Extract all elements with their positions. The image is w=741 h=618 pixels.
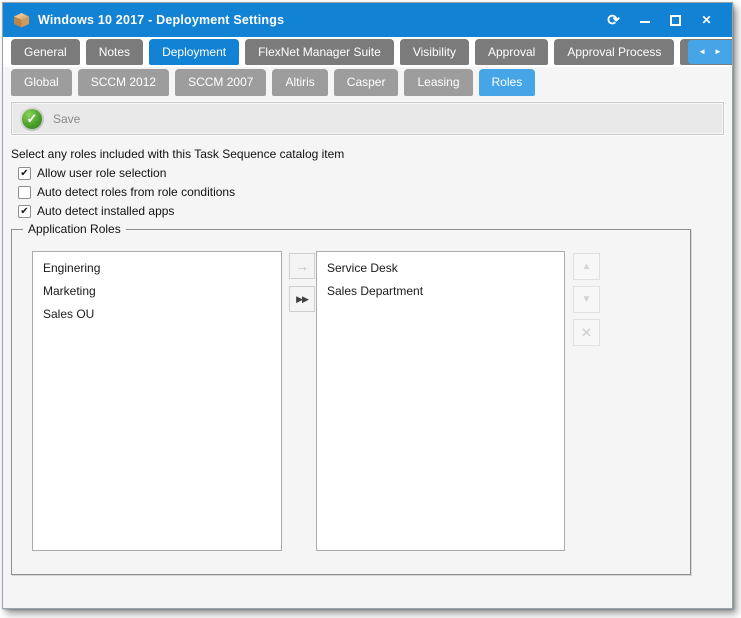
- save-button[interactable]: ✓ Save: [20, 107, 80, 131]
- tab-altiris[interactable]: Altiris: [272, 69, 327, 96]
- double-arrow-right-icon: ▶▶: [296, 294, 308, 305]
- title-bar: Windows 10 2017 - Deployment Settings ⟳ …: [3, 3, 732, 37]
- assigned-roles-list[interactable]: Service Desk Sales Department: [316, 251, 565, 551]
- checkbox-icon[interactable]: [18, 186, 31, 199]
- tab-approval-process[interactable]: Approval Process: [554, 39, 674, 65]
- save-check-icon: ✓: [20, 107, 44, 131]
- minimize-icon: [640, 21, 650, 23]
- tab-casper[interactable]: Casper: [334, 69, 399, 96]
- tab-sccm-2007[interactable]: SCCM 2007: [175, 69, 266, 96]
- move-all-right-button[interactable]: ▶▶: [289, 286, 315, 312]
- close-button[interactable]: ✕: [691, 6, 722, 34]
- application-roles-group: Application Roles Enginering Marketing S…: [11, 229, 691, 575]
- tab-sccm-2012[interactable]: SCCM 2012: [78, 69, 169, 96]
- tab-general[interactable]: General: [11, 39, 80, 65]
- arrow-down-icon: ▼: [582, 294, 592, 305]
- group-title: Application Roles: [23, 222, 126, 236]
- scroll-right-icon[interactable]: ►: [714, 48, 722, 56]
- checkbox-label: Auto detect installed apps: [37, 204, 174, 218]
- list-item[interactable]: Marketing: [33, 280, 281, 303]
- roles-instruction-text: Select any roles included with this Task…: [11, 147, 732, 161]
- tab-roles[interactable]: Roles: [479, 69, 536, 96]
- list-item[interactable]: Service Desk: [317, 257, 564, 280]
- tab-scroll-buttons: ◄ ►: [688, 40, 732, 64]
- screen: Windows 10 2017 - Deployment Settings ⟳ …: [0, 0, 741, 618]
- tab-notes[interactable]: Notes: [86, 39, 143, 65]
- secondary-tab-bar: Global SCCM 2012 SCCM 2007 Altiris Caspe…: [3, 67, 732, 98]
- checkbox-icon[interactable]: ✔: [18, 205, 31, 218]
- maximize-icon: [670, 15, 681, 26]
- remove-x-icon: ✕: [581, 325, 592, 341]
- tab-approval[interactable]: Approval: [475, 39, 548, 65]
- deployment-settings-dialog: Windows 10 2017 - Deployment Settings ⟳ …: [2, 2, 733, 609]
- tab-visibility[interactable]: Visibility: [400, 39, 469, 65]
- minimize-button[interactable]: [629, 6, 660, 34]
- arrow-right-icon: →: [295, 258, 309, 274]
- arrow-up-icon: ▲: [582, 261, 592, 272]
- tab-global[interactable]: Global: [11, 69, 72, 96]
- list-item[interactable]: Sales Department: [317, 280, 564, 303]
- tab-flexnet-manager-suite[interactable]: FlexNet Manager Suite: [245, 39, 394, 65]
- move-down-button[interactable]: ▼: [573, 286, 600, 313]
- scroll-left-icon[interactable]: ◄: [698, 48, 706, 56]
- move-up-button[interactable]: ▲: [573, 253, 600, 280]
- available-roles-list[interactable]: Enginering Marketing Sales OU: [32, 251, 282, 551]
- save-button-label: Save: [53, 112, 80, 126]
- tab-leasing[interactable]: Leasing: [404, 69, 472, 96]
- save-toolbar: ✓ Save: [11, 102, 724, 135]
- package-icon: [13, 12, 30, 28]
- window-title: Windows 10 2017 - Deployment Settings: [38, 13, 284, 27]
- move-right-button[interactable]: →: [289, 253, 315, 279]
- checkbox-allow-user-role-selection[interactable]: ✔ Allow user role selection: [18, 166, 732, 180]
- checkbox-label: Allow user role selection: [37, 166, 166, 180]
- list-item[interactable]: Sales OU: [33, 303, 281, 326]
- remove-button[interactable]: ✕: [573, 319, 600, 346]
- checkbox-icon[interactable]: ✔: [18, 167, 31, 180]
- checkbox-label: Auto detect roles from role conditions: [37, 185, 235, 199]
- refresh-button[interactable]: ⟳: [598, 6, 629, 34]
- primary-tab-bar: General Notes Deployment FlexNet Manager…: [3, 37, 732, 67]
- checkbox-auto-detect-installed-apps[interactable]: ✔ Auto detect installed apps: [18, 204, 732, 218]
- tab-deployment[interactable]: Deployment: [149, 39, 239, 65]
- list-item[interactable]: Enginering: [33, 257, 281, 280]
- checkbox-auto-detect-roles-from-role-conditions[interactable]: Auto detect roles from role conditions: [18, 185, 732, 199]
- maximize-button[interactable]: [660, 6, 691, 34]
- window-controls: ⟳ ✕: [598, 6, 722, 34]
